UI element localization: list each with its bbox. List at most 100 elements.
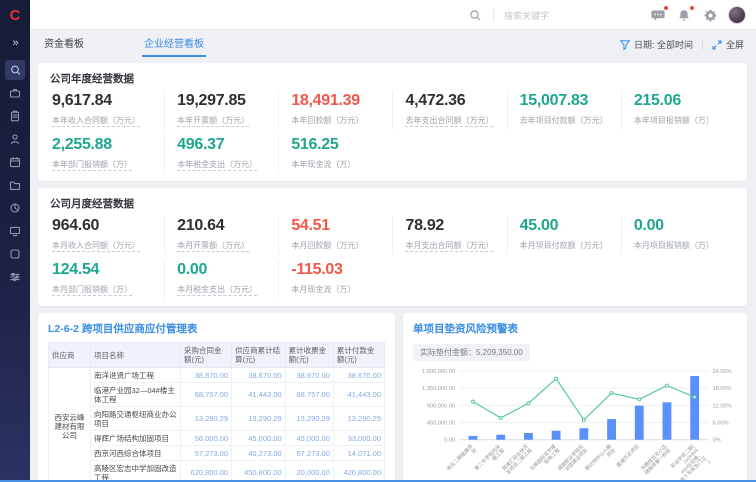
date-filter-button[interactable]: 日期: 全部时间 [620,38,693,51]
stat-label: 本月收入合同额（万元） [52,241,140,252]
annual-kpi-panel: 公司年度经营数据 9,617.84本年收入合同额（万元）19,297.85本年开… [38,63,747,181]
notification-dot [664,6,668,10]
stat-item: 124.54本月部门报销额（万） [50,260,164,299]
stat-value: -115.03 [291,261,388,279]
amount-cell: 45,000.00 [232,431,286,446]
bottom-row: L2-6-2 跨项目供应商应付管理表 供应商项目名称采购合同金额(元)供应商累计… [38,313,747,482]
amount-cell: 38,670.00 [333,368,384,383]
stat-label: 本年开票额（万元） [177,116,249,127]
search-icon[interactable] [467,7,483,23]
tab-fund-dashboard[interactable]: 资金看板 [42,29,86,57]
stat-value: 19,297.85 [177,92,274,110]
sidebar-item-folder-icon[interactable] [5,175,25,195]
svg-text:1,800,000.00: 1,800,000.00 [422,369,455,375]
x-axis-label: 天赐佳住宅小区精装修第一标段 [639,443,672,476]
table-row: 向阳路交通枢纽商业办公项目13,290.2913,290.2913,290.29… [49,407,385,431]
amount-cell: 41,443.00 [232,383,286,407]
risk-combo-chart: 0.000%450,000.006.00%900,000.0012.00%1,3… [413,364,737,482]
stat-item: 19,297.85 本年开票额（万元） [164,91,278,130]
supplier-table: 供应商项目名称采购合同金额(元)供应商累计结算(元)累计收票金额(元)累计付款金… [48,342,385,482]
stat-item: 496.37 本年税金支出（万元） [164,135,278,174]
x-axis-label: 左岸国际写字楼配电工程 [528,443,561,476]
x-axis-label: 鹏比特中山小镇项目 [584,443,617,476]
messages-icon[interactable] [650,7,666,23]
amount-cell: 38,670.00 [181,368,232,383]
amount-cell: 20,000.00 [285,461,333,482]
fullscreen-button[interactable]: 全屏 [712,38,744,51]
table-header-cell: 采购合同金额(元) [181,343,232,368]
tab-business-dashboard[interactable]: 企业经营看板 [142,29,206,57]
stat-label: 本月支出合同额（万元） [405,241,493,252]
amount-cell: 45,000.00 [285,431,333,446]
stat-value: 496.37 [177,136,274,154]
amount-cell: 41,443.00 [333,383,384,407]
x-axis-label: 城建职业学院实训室建设项目 [556,443,589,476]
annual-section-title: 公司年度经营数据 [50,71,735,86]
annual-stats-row2: 2,255.88本年部门报销额（万） 496.37 本年税金支出（万元） 516.25… [50,135,735,174]
bar-4 [579,428,588,439]
sidebar-item-pie-chart-icon[interactable] [5,198,25,218]
table-row: 临港产业园32—04#楼主体工程68,757.0041,443.0068,757… [49,383,385,407]
supplier-table-title: L2-6-2 跨项目供应商应付管理表 [48,321,385,336]
table-header-cell: 项目名称 [91,343,181,368]
topbar-actions: 搜索关键字 [467,0,746,30]
amount-cell: 14,071.00 [333,446,384,461]
toolbar-actions: 日期: 全部时间 全屏 [620,38,744,57]
line-point [555,377,558,380]
monthly-section-title: 公司月度经营数据 [50,196,735,211]
amount-cell: 13,290.29 [181,407,232,431]
bar-2 [524,433,533,440]
line-point [527,402,530,405]
stat-item: 4,472.36 去年支出合同额（万元） [392,91,506,130]
sidebar-item-search-icon[interactable] [5,60,25,80]
stat-item: 215.06本年项目报销额（万） [621,91,735,130]
stat-value: 4,472.36 [405,92,502,110]
stat-value: 964.60 [52,217,160,235]
amount-cell: 38,670.00 [232,368,286,383]
sidebar-item-monitor-icon[interactable] [5,221,25,241]
divider [493,9,494,22]
stat-value: 78.92 [405,217,502,235]
svg-text:1,350,000.00: 1,350,000.00 [422,386,455,392]
funnel-icon [620,40,630,50]
stat-label: 本年部门报销额（万） [52,160,132,171]
sidebar-item-sliders-icon[interactable] [5,267,25,287]
project-name-cell: 南洋进贤广场工程 [91,368,181,383]
stat-item: 2,255.88本年部门报销额（万） [50,135,164,174]
sidebar-item-box-icon[interactable] [5,244,25,264]
stat-value: 18,491.39 [291,92,388,110]
user-avatar[interactable] [728,6,746,24]
amount-cell: 40,273.00 [232,446,286,461]
amount-cell: 13,290.29 [333,407,384,431]
stat-label: 本月开票额（万元） [177,241,249,252]
stat-item: -115.03本月现金流（万） [278,260,392,299]
search-input[interactable]: 搜索关键字 [504,9,582,22]
x-axis-label: 宏运学府二期(1#2#3#4#5#住宅楼、地下车库及门卫) [667,443,712,482]
sidebar-item-briefcase-icon[interactable] [5,83,25,103]
table-row: 西京河西综合体项目57,273.0040,273.0057,273.0014,0… [49,446,385,461]
stat-label: 本月税金支出（万元） [177,285,257,296]
stat-label: 本月部门报销额（万） [52,285,132,296]
stat-item: 964.60 本月收入合同额（万元） [50,216,164,255]
sidebar-item-clipboard-icon[interactable] [5,106,25,126]
stat-item: 78.92 本月支出合同额（万元） [392,216,506,255]
stat-item: 516.25本年现金流（万） [278,135,392,174]
stat-item: 0.00本月项目报销额（万） [621,216,735,255]
svg-text:450,000.00: 450,000.00 [427,420,455,426]
stat-label: 去年支出合同额（万元） [405,116,493,127]
sidebar-item-user-icon[interactable] [5,129,25,149]
notifications-icon[interactable] [676,7,692,23]
sidebar-icon-list [5,57,25,290]
stat-label: 本年税金支出（万元） [177,160,257,171]
line-point [638,398,641,401]
x-axis-label: 第二中学校内采暖工程 [473,443,506,476]
annual-stats-row1: 9,617.84本年收入合同额（万元）19,297.85本年开票额（万元）18,… [50,91,735,130]
stat-value: 516.25 [291,136,388,154]
svg-text:18.00%: 18.00% [712,386,731,392]
sidebar-expand-button[interactable]: » [12,30,17,57]
amount-cell: 68,757.00 [181,383,232,407]
app-logo[interactable]: C [0,0,30,30]
sidebar-item-calendar-icon[interactable] [5,152,25,172]
stat-item: 0.00本月税金支出（万元） [164,260,278,299]
settings-icon[interactable] [702,7,718,23]
